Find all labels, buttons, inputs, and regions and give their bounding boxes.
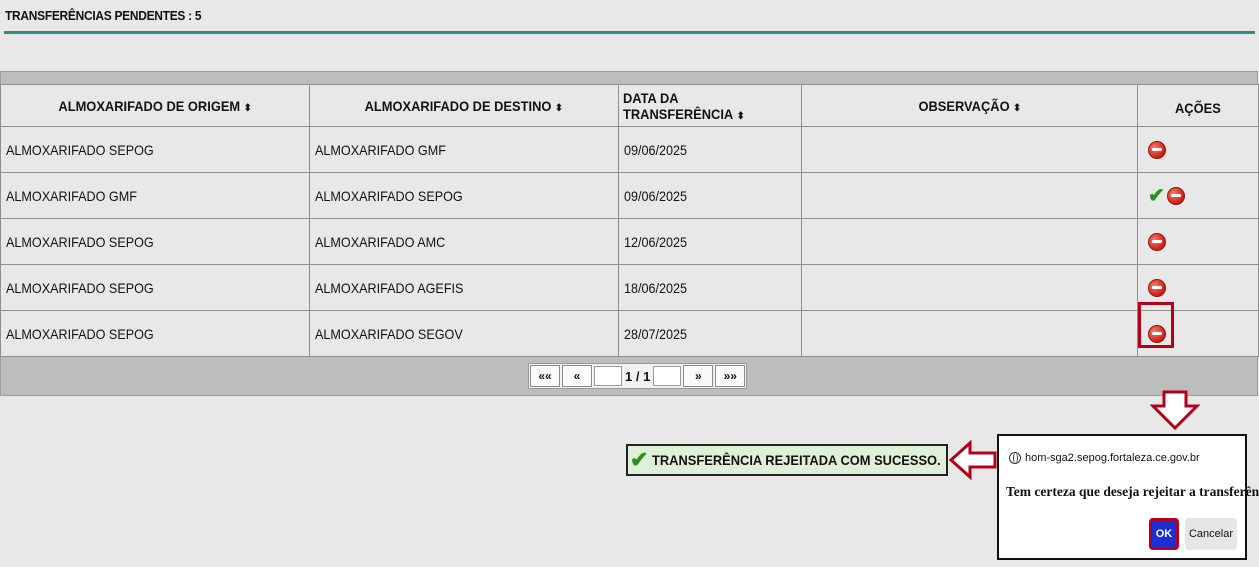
cell-destino: ALMOXARIFADO SEGOV <box>309 310 619 357</box>
page-input-right[interactable] <box>653 366 682 386</box>
last-page-button[interactable]: »» <box>715 365 746 387</box>
cell-observacao <box>801 126 1138 173</box>
col-header-acoes: AÇÕES <box>1137 84 1259 127</box>
pagination-bar: «« « 1 / 1 » »» <box>0 357 1258 396</box>
down-arrow-icon <box>1150 390 1200 430</box>
col-header-observacao[interactable]: OBSERVAÇÃO ⬍ <box>801 84 1138 127</box>
sort-icon[interactable]: ⬍ <box>737 111 745 122</box>
approve-check-icon[interactable]: ✔ <box>1148 186 1165 206</box>
success-text: TRANSFERÊNCIA REJEITADA COM SUCESSO. <box>652 452 942 468</box>
cell-origem: ALMOXARIFADO SEPOG <box>0 218 310 265</box>
col-header-destino[interactable]: ALMOXARIFADO DE DESTINO ⬍ <box>309 84 619 127</box>
globe-icon <box>1009 452 1021 464</box>
first-page-button[interactable]: «« <box>530 365 560 387</box>
table-row: ALMOXARIFADO SEPOG ALMOXARIFADO AMC 12/0… <box>0 218 1259 265</box>
success-message: ✔ TRANSFERÊNCIA REJEITADA COM SUCESSO. <box>626 444 948 476</box>
title-divider <box>4 31 1255 34</box>
cell-data: 28/07/2025 <box>618 310 802 357</box>
pagination: «« « 1 / 1 » »» <box>528 363 748 389</box>
cell-destino: ALMOXARIFADO SEPOG <box>309 172 619 219</box>
cell-origem: ALMOXARIFADO SEPOG <box>0 126 310 173</box>
confirm-dialog: hom-sga2.sepog.fortaleza.ce.gov.br Tem c… <box>997 434 1259 560</box>
left-arrow-icon <box>948 440 997 480</box>
cell-data: 09/06/2025 <box>618 126 802 173</box>
cell-acoes <box>1137 218 1259 265</box>
table-row: ALMOXARIFADO SEPOG ALMOXARIFADO AGEFIS 1… <box>0 264 1259 311</box>
prev-page-button[interactable]: « <box>562 365 592 387</box>
table-row: ALMOXARIFADO GMF ALMOXARIFADO SEPOG 09/0… <box>0 172 1259 219</box>
transfers-table: ALMOXARIFADO DE ORIGEM ⬍ ALMOXARIFADO DE … <box>0 84 1259 357</box>
page-title: TRANSFERÊNCIAS PENDENTES : 5 <box>5 8 202 23</box>
dialog-message: Tem certeza que deseja rejeitar a transf… <box>1006 484 1259 499</box>
cell-acoes <box>1137 126 1259 173</box>
page-input-left[interactable] <box>594 366 622 386</box>
ok-button[interactable]: OK <box>1149 518 1179 550</box>
reject-icon[interactable] <box>1148 140 1166 159</box>
cell-observacao <box>801 172 1138 219</box>
reject-highlight-box <box>1138 302 1174 348</box>
cell-origem: ALMOXARIFADO GMF <box>0 172 310 219</box>
cell-data: 12/06/2025 <box>618 218 802 265</box>
cell-observacao <box>801 218 1138 265</box>
sort-icon[interactable]: ⬍ <box>1013 103 1021 114</box>
success-check-icon: ✔ <box>630 447 649 472</box>
col-header-data[interactable]: DATA DA TRANSFERÊNCIA ⬍ <box>618 84 802 127</box>
next-page-button[interactable]: » <box>683 365 714 387</box>
page-info: 1 / 1 <box>625 368 651 384</box>
table-row: ALMOXARIFADO SEPOG ALMOXARIFADO SEGOV 28… <box>0 310 1259 357</box>
cell-origem: ALMOXARIFADO SEPOG <box>0 264 310 311</box>
cell-destino: ALMOXARIFADO AMC <box>309 218 619 265</box>
dialog-url-text: hom-sga2.sepog.fortaleza.ce.gov.br <box>1025 452 1200 464</box>
cell-destino: ALMOXARIFADO GMF <box>309 126 619 173</box>
table-top-bar <box>0 71 1258 84</box>
sort-icon[interactable]: ⬍ <box>555 103 563 114</box>
transfers-table-container: ALMOXARIFADO DE ORIGEM ⬍ ALMOXARIFADO DE … <box>0 71 1259 396</box>
sort-icon[interactable]: ⬍ <box>244 103 252 114</box>
cell-data: 18/06/2025 <box>618 264 802 311</box>
cell-observacao <box>801 310 1138 357</box>
reject-icon[interactable] <box>1148 278 1166 297</box>
cancel-button[interactable]: Cancelar <box>1185 518 1237 550</box>
reject-icon[interactable] <box>1166 186 1185 205</box>
col-header-origem[interactable]: ALMOXARIFADO DE ORIGEM ⬍ <box>0 84 310 127</box>
cell-destino: ALMOXARIFADO AGEFIS <box>309 264 619 311</box>
reject-icon[interactable] <box>1148 232 1166 251</box>
cell-data: 09/06/2025 <box>618 172 802 219</box>
cell-acoes: ✔ <box>1137 172 1259 219</box>
cell-observacao <box>801 264 1138 311</box>
table-row: ALMOXARIFADO SEPOG ALMOXARIFADO GMF 09/0… <box>0 126 1259 173</box>
dialog-origin: hom-sga2.sepog.fortaleza.ce.gov.br <box>1009 452 1200 464</box>
cell-origem: ALMOXARIFADO SEPOG <box>0 310 310 357</box>
